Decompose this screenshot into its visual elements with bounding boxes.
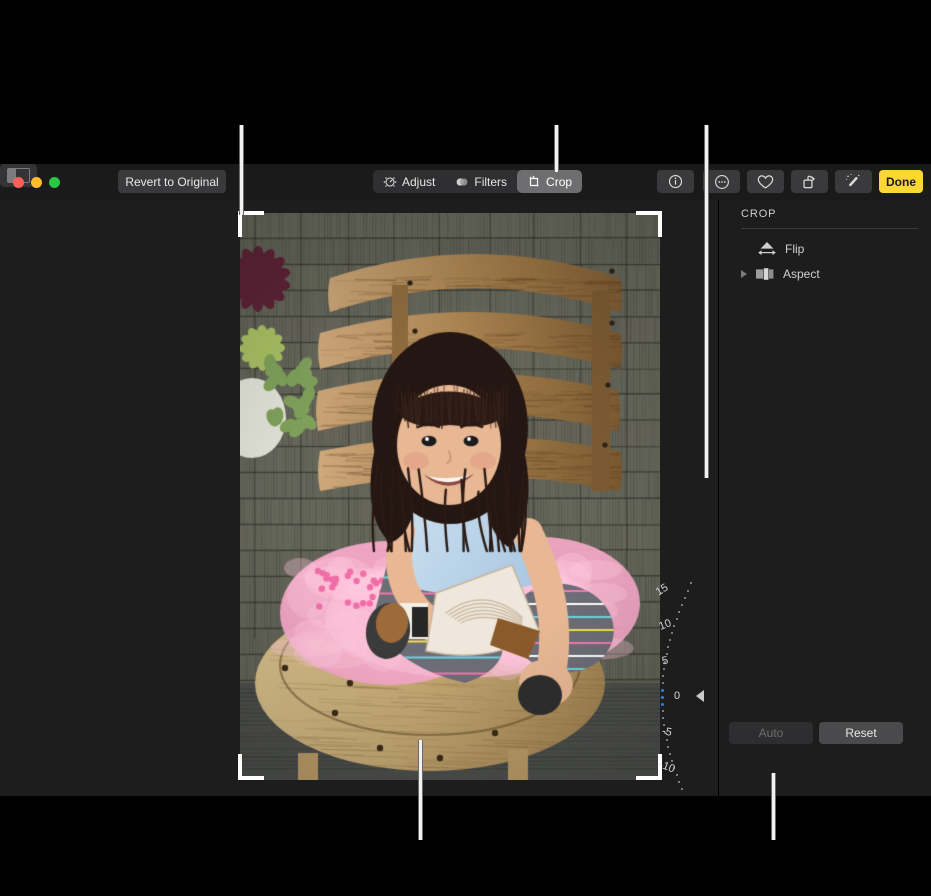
magic-wand-icon bbox=[846, 173, 860, 187]
tab-crop-label: Crop bbox=[546, 174, 573, 189]
dial-tick bbox=[681, 603, 684, 606]
dial-tick bbox=[675, 617, 678, 620]
dial-pointer-icon bbox=[696, 690, 704, 702]
filters-circles-icon bbox=[456, 177, 468, 186]
dial-tick-label--10: -10 bbox=[657, 758, 677, 776]
photo-bitmap bbox=[240, 213, 660, 780]
maximize-window-button[interactable] bbox=[49, 177, 60, 188]
sidebar-title: CROP bbox=[741, 208, 777, 220]
dial-tick bbox=[681, 788, 684, 791]
callout-crop-frame-top-left bbox=[239, 125, 244, 215]
straighten-dial[interactable]: 15 10 5 0 -5 -10 bbox=[653, 580, 715, 796]
auto-button[interactable]: Auto bbox=[729, 722, 813, 744]
dial-tick bbox=[671, 632, 673, 635]
dial-tick bbox=[668, 752, 671, 755]
crop-sidebar: CROP Flip Aspect Auto Reset bbox=[718, 200, 931, 796]
sidebar-item-aspect[interactable]: Aspect bbox=[741, 263, 820, 285]
crop-frame-icon bbox=[529, 175, 539, 186]
dial-tick bbox=[678, 781, 681, 784]
dial-tick bbox=[661, 688, 665, 692]
callout-sidebar-buttons bbox=[771, 773, 776, 840]
dial-tick bbox=[661, 703, 665, 707]
dial-tick bbox=[665, 738, 668, 741]
dial-tick-label-5: 5 bbox=[660, 654, 670, 667]
tab-crop[interactable]: Crop bbox=[517, 170, 583, 193]
revert-to-original-button[interactable]: Revert to Original bbox=[118, 170, 226, 193]
tab-filters[interactable]: Filters bbox=[445, 170, 517, 193]
minimize-window-button[interactable] bbox=[31, 177, 42, 188]
sidebar-item-flip-label: Flip bbox=[785, 242, 805, 256]
rotate-icon bbox=[803, 175, 815, 188]
photo-canvas[interactable] bbox=[240, 213, 660, 780]
callout-rotation-dial bbox=[704, 125, 709, 478]
tab-adjust[interactable]: Adjust bbox=[373, 170, 445, 193]
more-ellipsis-icon bbox=[714, 174, 729, 189]
dial-tick-label--5: -5 bbox=[660, 724, 673, 739]
dial-tick bbox=[662, 674, 665, 677]
dial-tick bbox=[667, 646, 670, 649]
auto-enhance-button[interactable] bbox=[835, 170, 872, 193]
sidebar-divider bbox=[741, 228, 918, 229]
photo-editor-window: Revert to Original Adjust Filters Crop D… bbox=[0, 164, 931, 796]
sidebar-item-flip[interactable]: Flip bbox=[757, 238, 804, 260]
dial-tick bbox=[661, 710, 664, 713]
toolbar: Revert to Original Adjust Filters Crop D… bbox=[0, 164, 931, 200]
info-circle-icon bbox=[668, 174, 683, 189]
done-button[interactable]: Done bbox=[879, 170, 923, 193]
dial-tick bbox=[675, 774, 678, 777]
edit-mode-segmented-control: Adjust Filters Crop bbox=[373, 170, 583, 193]
close-window-button[interactable] bbox=[13, 177, 24, 188]
dial-tick bbox=[673, 625, 676, 627]
dial-tick-label-10: 10 bbox=[657, 617, 673, 633]
dial-tick bbox=[668, 639, 671, 642]
tab-adjust-label: Adjust bbox=[402, 174, 436, 189]
dial-tick bbox=[690, 582, 693, 585]
aspect-icon bbox=[756, 268, 774, 280]
rotate-button[interactable] bbox=[791, 170, 828, 193]
dial-tick-label-15: 15 bbox=[653, 581, 671, 598]
flip-icon bbox=[758, 242, 776, 255]
adjust-dial-icon bbox=[383, 176, 397, 187]
heart-icon bbox=[757, 174, 774, 189]
dial-tick bbox=[683, 596, 686, 599]
reset-button[interactable]: Reset bbox=[819, 722, 903, 744]
tab-filters-label: Filters bbox=[474, 174, 508, 189]
callout-photo-area bbox=[418, 740, 423, 840]
dial-tick bbox=[661, 696, 664, 699]
editor-canvas: 15 10 5 0 -5 -10 bbox=[0, 200, 718, 796]
info-button[interactable] bbox=[657, 170, 694, 193]
dial-tick bbox=[667, 745, 670, 748]
callout-crop-button bbox=[554, 125, 559, 172]
crop-handle-top-right-v[interactable] bbox=[658, 211, 662, 237]
crop-handle-bottom-left-v[interactable] bbox=[238, 754, 242, 780]
favorite-button[interactable] bbox=[747, 170, 784, 193]
chevron-right-icon[interactable] bbox=[741, 270, 747, 278]
sidebar-item-aspect-label: Aspect bbox=[783, 267, 820, 281]
dial-tick bbox=[661, 681, 664, 684]
dial-tick bbox=[663, 667, 666, 670]
dial-tick bbox=[662, 717, 665, 720]
dial-tick bbox=[686, 589, 689, 592]
dial-tick bbox=[678, 610, 681, 613]
dial-tick-label-0: 0 bbox=[674, 690, 681, 702]
